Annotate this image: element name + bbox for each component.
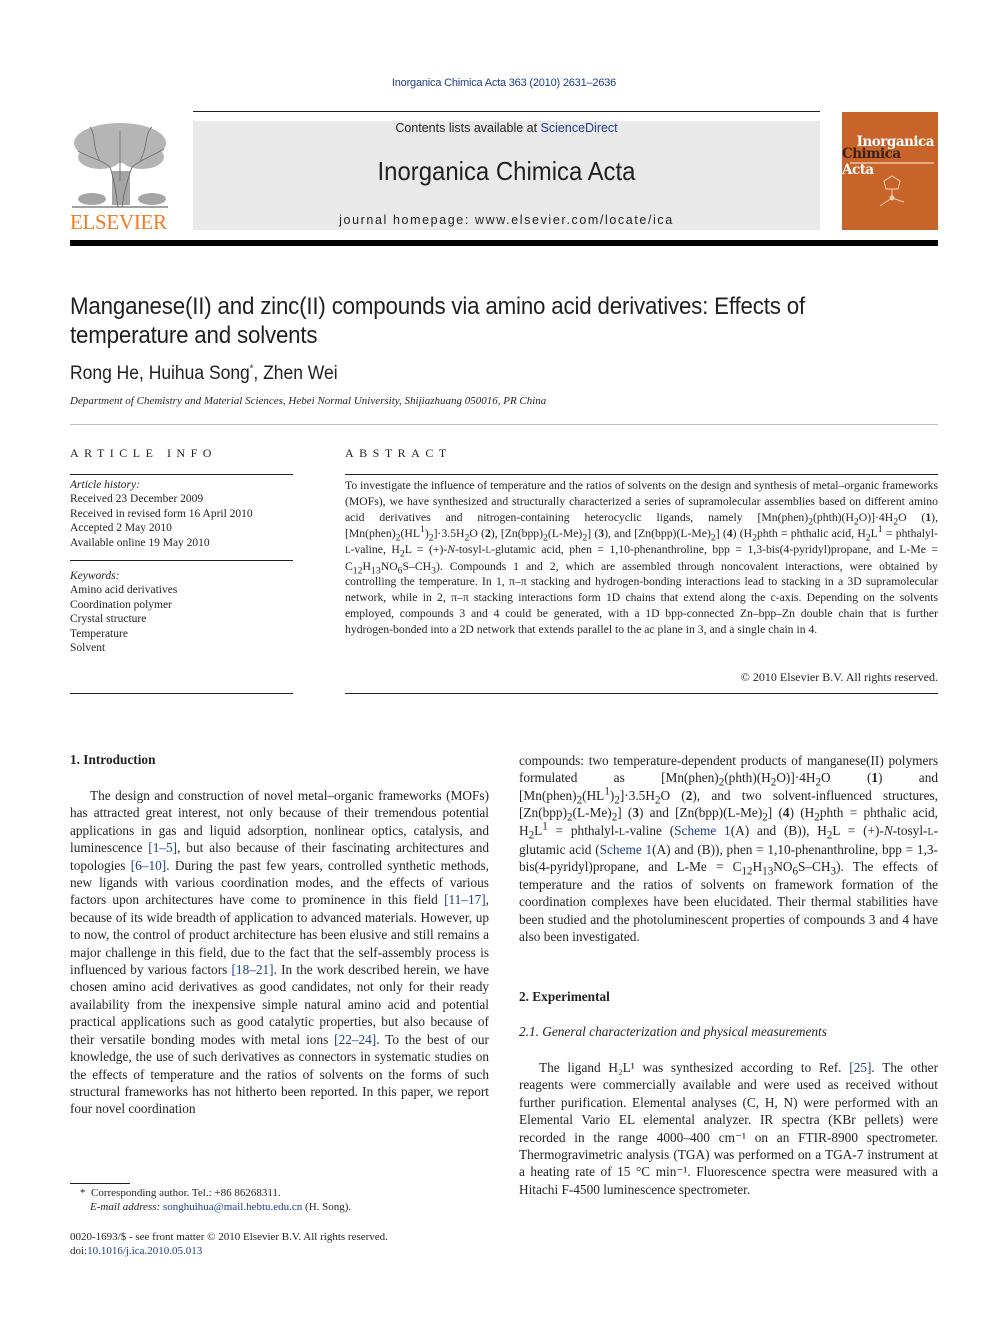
citation-link[interactable]: [25] [849, 1060, 871, 1075]
email-suffix: (H. Song). [302, 1201, 352, 1213]
journal-citation[interactable]: Inorganica Chimica Acta 363 (2010) 2631–… [0, 77, 992, 89]
author-2[interactable]: Huihua Song [149, 363, 250, 384]
experimental-body: The ligand H₂L¹ was synthesized accordin… [519, 1059, 938, 1198]
experimental-subheading: 2.1. General characterization and physic… [519, 1024, 827, 1039]
journal-cover-thumbnail[interactable]: Inorganica Chimica Acta [842, 112, 938, 230]
cover-subtitle [850, 162, 934, 164]
citation-link[interactable]: [6–10] [131, 858, 166, 873]
introduction-heading: 1. Introduction [70, 752, 156, 767]
contents-line: Contents lists available at ScienceDirec… [193, 121, 820, 135]
corresponding-text: Corresponding author. Tel.: +86 86268311… [91, 1187, 281, 1199]
history-item: Received 23 December 2009 [70, 493, 204, 506]
history-label: Article history: [70, 479, 140, 491]
email-line: E-mail address: songhuihua@mail.hebtu.ed… [70, 1200, 490, 1214]
history-item: Available online 19 May 2010 [70, 536, 210, 549]
elsevier-wordmark: ELSEVIER [70, 210, 167, 234]
experimental-paragraph: The ligand H₂L¹ was synthesized accordin… [519, 1059, 938, 1198]
keywords-label: Keywords: [70, 570, 120, 582]
tree-icon [72, 123, 168, 208]
article-history: Article history: Received 23 December 20… [70, 478, 293, 550]
introduction-continued: compounds: two temperature-dependent pro… [519, 752, 938, 945]
history-item: Accepted 2 May 2010 [70, 522, 172, 535]
contents-prefix: Contents lists available at [395, 121, 541, 135]
front-matter: 0020-1693/$ - see front matter © 2010 El… [70, 1230, 490, 1258]
corresponding-author-note: * Corresponding author. Tel.: +86 862683… [70, 1186, 490, 1200]
cover-title-chimica: Chimica [842, 146, 901, 162]
doi-line: doi:10.1016/j.ica.2010.05.013 [70, 1244, 490, 1258]
divider [345, 474, 938, 475]
author-3[interactable]: , Zhen Wei [253, 363, 337, 384]
divider [345, 693, 938, 694]
text-run: . The other reagents were commercially a… [519, 1060, 938, 1197]
introduction-paragraph-cont: compounds: two temperature-dependent pro… [519, 753, 939, 945]
keyword-item: Amino acid derivatives [70, 584, 178, 597]
keyword-item: Solvent [70, 642, 106, 655]
front-matter-copyright: 0020-1693/$ - see front matter © 2010 El… [70, 1231, 388, 1243]
divider [70, 560, 293, 561]
doi-label: doi: [70, 1245, 88, 1257]
abstract-heading: ABSTRACT [345, 446, 452, 460]
affiliation: Department of Chemistry and Material Sci… [70, 395, 547, 407]
citation-link[interactable]: [1–5] [148, 840, 177, 855]
email-link[interactable]: songhuihua@mail.hebtu.edu.cn [163, 1201, 302, 1213]
article-title: Manganese(II) and zinc(II) compounds via… [70, 293, 805, 349]
text-run: . The effects of temperature and the rat… [519, 859, 939, 945]
article-info-heading: ARTICLE INFO [70, 446, 217, 460]
molecule-icon [879, 175, 905, 207]
scheme-link[interactable]: Scheme 1 [674, 823, 731, 838]
keyword-item: Temperature [70, 627, 128, 640]
abstract-copyright: © 2010 Elsevier B.V. All rights reserved… [740, 670, 938, 684]
section-divider [70, 424, 938, 425]
citation-link[interactable]: [22–24] [334, 1032, 376, 1047]
introduction-paragraph: The design and construction of novel met… [70, 787, 489, 1118]
introduction-body: The design and construction of novel met… [70, 787, 489, 1118]
doi-link[interactable]: 10.1016/j.ica.2010.05.013 [87, 1245, 202, 1257]
author-1[interactable]: Rong He, [70, 363, 149, 384]
scheme-link[interactable]: Scheme 1 [600, 842, 653, 857]
divider [70, 474, 293, 475]
citation-link[interactable]: [11–17] [444, 892, 486, 907]
author-list: Rong He, Huihua Song*, Zhen Wei [70, 363, 338, 385]
keyword-item: Coordination polymer [70, 598, 172, 611]
header-rule [193, 111, 820, 112]
citation-link[interactable]: [18–21] [232, 962, 274, 977]
footnote: * Corresponding author. Tel.: +86 862683… [70, 1186, 490, 1214]
cover-title-acta: Acta [842, 162, 874, 178]
footnote-mark: * [80, 1187, 86, 1199]
text-run: The ligand H₂L¹ was synthesized accordin… [539, 1060, 850, 1075]
header-thick-rule [70, 240, 938, 246]
sciencedirect-link[interactable]: ScienceDirect [541, 121, 618, 135]
history-item: Received in revised form 16 April 2010 [70, 507, 253, 520]
divider [70, 693, 293, 694]
footnote-rule [70, 1183, 130, 1184]
journal-homepage-link[interactable]: journal homepage: www.elsevier.com/locat… [193, 213, 820, 227]
journal-name: Inorganica Chimica Acta [377, 156, 636, 186]
abstract-text: To investigate the influence of temperat… [345, 478, 938, 638]
email-label: E-mail address: [90, 1201, 163, 1213]
experimental-heading: 2. Experimental [519, 989, 610, 1004]
keywords: Keywords: Amino acid derivatives Coordin… [70, 569, 293, 655]
keyword-item: Crystal structure [70, 613, 147, 626]
